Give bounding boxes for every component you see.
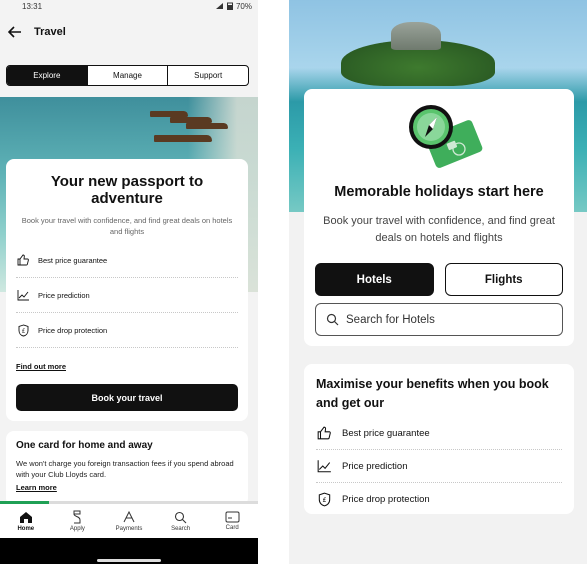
phone-left: 13:31 70% Travel Explore Manage Support … bbox=[0, 0, 258, 564]
svg-text:£: £ bbox=[21, 328, 25, 334]
battery-icon bbox=[226, 2, 233, 10]
feature-list: Best price guarantee Price prediction £ … bbox=[316, 417, 562, 516]
nav-search[interactable]: Search bbox=[155, 504, 207, 538]
booking-type-tabs: Hotels Flights bbox=[315, 263, 563, 296]
feature-label: Price prediction bbox=[38, 290, 90, 300]
feature-label: Best price guarantee bbox=[342, 427, 430, 439]
book-your-travel-button[interactable]: Book your travel bbox=[16, 384, 238, 411]
trend-chart-icon bbox=[316, 458, 332, 474]
holidays-card: Memorable holidays start here Book your … bbox=[304, 89, 574, 346]
card-title: Memorable holidays start here bbox=[334, 184, 544, 200]
nav-label: Card bbox=[225, 525, 239, 531]
learn-more-link[interactable]: Learn more bbox=[16, 483, 238, 492]
card-promo: One card for home and away We won't char… bbox=[6, 431, 248, 506]
nav-payments[interactable]: Payments bbox=[103, 504, 155, 538]
trend-chart-icon bbox=[16, 288, 30, 302]
nav-apply[interactable]: Apply bbox=[52, 504, 104, 538]
feature-label: Price drop protection bbox=[342, 494, 430, 505]
status-bar: 13:31 70% bbox=[0, 0, 258, 12]
thumbs-up-icon bbox=[316, 425, 332, 441]
nav-card[interactable]: Card bbox=[206, 504, 258, 538]
feature-label: Price prediction bbox=[342, 460, 408, 472]
compass-card-illustration-icon bbox=[409, 105, 483, 168]
promo-body: We won't charge you foreign transaction … bbox=[16, 459, 234, 479]
thumbs-up-icon bbox=[16, 253, 30, 267]
tab-support[interactable]: Support bbox=[168, 66, 248, 85]
apply-icon bbox=[73, 510, 81, 524]
nav-label: Search bbox=[171, 525, 191, 532]
svg-text:£: £ bbox=[322, 497, 326, 504]
tab-hotels[interactable]: Hotels bbox=[315, 263, 434, 296]
top-bar: Travel bbox=[0, 12, 258, 52]
rock-cliff bbox=[391, 22, 441, 50]
feature-item: Best price guarantee bbox=[16, 243, 238, 278]
feature-item: Best price guarantee bbox=[316, 417, 562, 450]
signal-icon bbox=[215, 3, 223, 9]
card-icon bbox=[225, 511, 240, 523]
feature-list: Best price guarantee Price prediction £ … bbox=[16, 243, 238, 348]
status-time: 13:31 bbox=[22, 1, 43, 11]
benefits-title: Maximise your benefits when you book and… bbox=[316, 377, 549, 410]
feature-label: Best price guarantee bbox=[38, 255, 108, 265]
benefits-card: Maximise your benefits when you book and… bbox=[304, 364, 574, 514]
tab-flights[interactable]: Flights bbox=[444, 263, 563, 296]
card-subtitle: Book your travel with confidence, and fi… bbox=[323, 215, 555, 244]
feature-item: Price prediction bbox=[316, 450, 562, 483]
passport-card: Your new passport to adventure Book your… bbox=[6, 159, 248, 421]
search-icon bbox=[175, 511, 187, 523]
feature-item: Price prediction bbox=[16, 278, 238, 313]
system-nav-bar bbox=[0, 538, 258, 564]
page-title: Travel bbox=[34, 26, 66, 38]
pound-shield-icon: £ bbox=[16, 323, 30, 337]
battery-level: 70% bbox=[235, 1, 252, 11]
pound-shield-icon: £ bbox=[316, 492, 332, 508]
back-button[interactable] bbox=[6, 23, 24, 41]
search-icon bbox=[326, 313, 339, 326]
feature-item: £ Price drop protection bbox=[316, 483, 562, 516]
segmented-control: Explore Manage Support bbox=[6, 65, 249, 86]
search-input[interactable]: Search for Hotels bbox=[315, 303, 563, 336]
payments-icon bbox=[123, 510, 135, 523]
home-icon bbox=[19, 511, 32, 523]
promo-title: One card for home and away bbox=[16, 440, 153, 451]
card-subtitle: Book your travel with confidence, and fi… bbox=[21, 216, 233, 236]
feature-item: £ Price drop protection bbox=[16, 313, 238, 348]
card-title: Your new passport to adventure bbox=[50, 173, 204, 207]
home-indicator[interactable] bbox=[97, 559, 161, 562]
nav-label: Payments bbox=[115, 526, 143, 532]
tab-explore[interactable]: Explore bbox=[7, 66, 88, 85]
nav-label: Home bbox=[17, 525, 35, 532]
boat bbox=[186, 123, 228, 129]
nav-home[interactable]: Home bbox=[0, 504, 52, 538]
phone-right: Memorable holidays start here Book your … bbox=[289, 0, 587, 564]
bottom-nav: Home Apply Payments Search Card bbox=[0, 504, 258, 538]
search-placeholder: Search for Hotels bbox=[346, 313, 435, 326]
boat bbox=[154, 135, 212, 142]
arrow-left-icon bbox=[8, 26, 21, 38]
find-out-more-link[interactable]: Find out more bbox=[16, 362, 238, 371]
tab-manage[interactable]: Manage bbox=[88, 66, 169, 85]
nav-label: Apply bbox=[69, 526, 85, 532]
feature-label: Price drop protection bbox=[38, 325, 108, 335]
